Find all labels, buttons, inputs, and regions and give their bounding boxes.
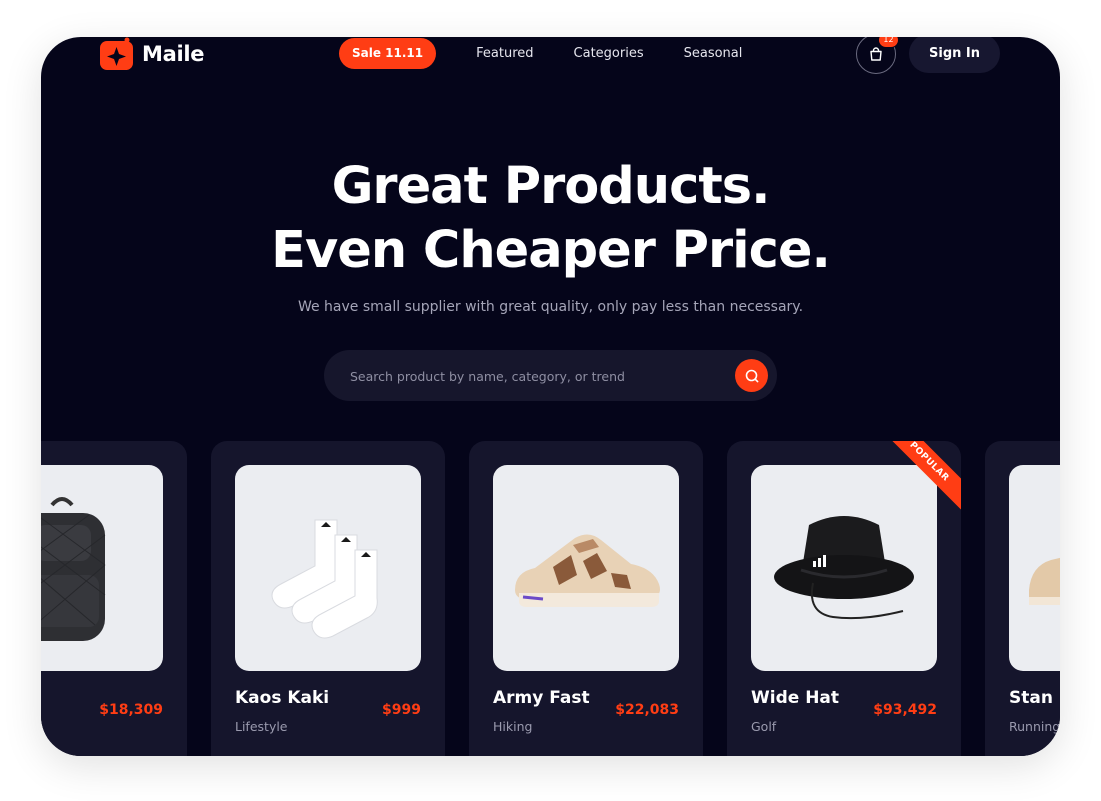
brand-logo[interactable]: Maile [100, 37, 205, 70]
product-image [751, 465, 937, 671]
backpack-image [41, 497, 106, 641]
brand-name: Maile [142, 41, 205, 66]
product-category: Lifestyle [235, 719, 288, 734]
product-card[interactable]: POPULAR Wide Hat Golf $93,492 [727, 441, 961, 756]
hero-subtitle: We have small supplier with great qualit… [297, 299, 804, 315]
product-card[interactable]: Army Fast Hiking $22,083 [469, 441, 703, 756]
product-category: Golf [751, 719, 777, 734]
product-name: Army Fast [493, 688, 590, 708]
search-icon [745, 369, 758, 382]
product-image [235, 465, 421, 671]
product-category: Hiking [493, 719, 533, 734]
product-price: $999 [382, 702, 421, 718]
product-image [493, 465, 679, 671]
nav-link-featured[interactable]: Featured [476, 46, 533, 61]
product-name: Kaos Kaki [235, 688, 330, 708]
app-frame: Maile Sale 11.11 Featured Categories Sea… [41, 37, 1060, 756]
product-card[interactable]: Kaos Kaki Lifestyle $999 [211, 441, 445, 756]
bucket-hat-image [774, 516, 914, 620]
product-name: Wide Hat [751, 688, 840, 708]
hero-title-line-2: Even Cheaper Price. [271, 221, 831, 280]
product-card[interactable]: nith $18,309 [41, 441, 187, 756]
hero-title: Great Products. Even Cheaper Price. [41, 155, 1060, 283]
product-card[interactable]: Stan S Running [985, 441, 1060, 756]
shoe-image [1029, 557, 1060, 605]
nav-link-seasonal[interactable]: Seasonal [684, 46, 743, 61]
cart-count-badge: 12 [878, 37, 899, 48]
socks-image [271, 519, 378, 639]
product-carousel: nith $18,309 [41, 441, 1060, 756]
search-input[interactable] [348, 350, 722, 403]
product-image [41, 465, 163, 671]
sale-button[interactable]: Sale 11.11 [339, 38, 437, 69]
nav-link-categories[interactable]: Categories [574, 46, 644, 61]
sneaker-image [515, 534, 660, 607]
sign-in-button[interactable]: Sign In [909, 37, 1000, 73]
hero-title-line-1: Great Products. [331, 157, 771, 216]
shopping-bag-icon [870, 47, 882, 61]
search-button[interactable] [735, 359, 768, 392]
cart-button[interactable]: 12 [856, 37, 899, 74]
product-category: Running [1009, 719, 1060, 734]
main-nav: Sale 11.11 Featured Categories Seasonal [339, 38, 742, 69]
logo-icon [100, 37, 133, 70]
product-image [1009, 465, 1060, 671]
product-name: Stan S [1009, 688, 1060, 708]
product-price: $22,083 [615, 702, 679, 718]
search-bar [324, 350, 777, 403]
product-price: $93,492 [873, 702, 937, 718]
product-price: $18,309 [99, 702, 163, 718]
